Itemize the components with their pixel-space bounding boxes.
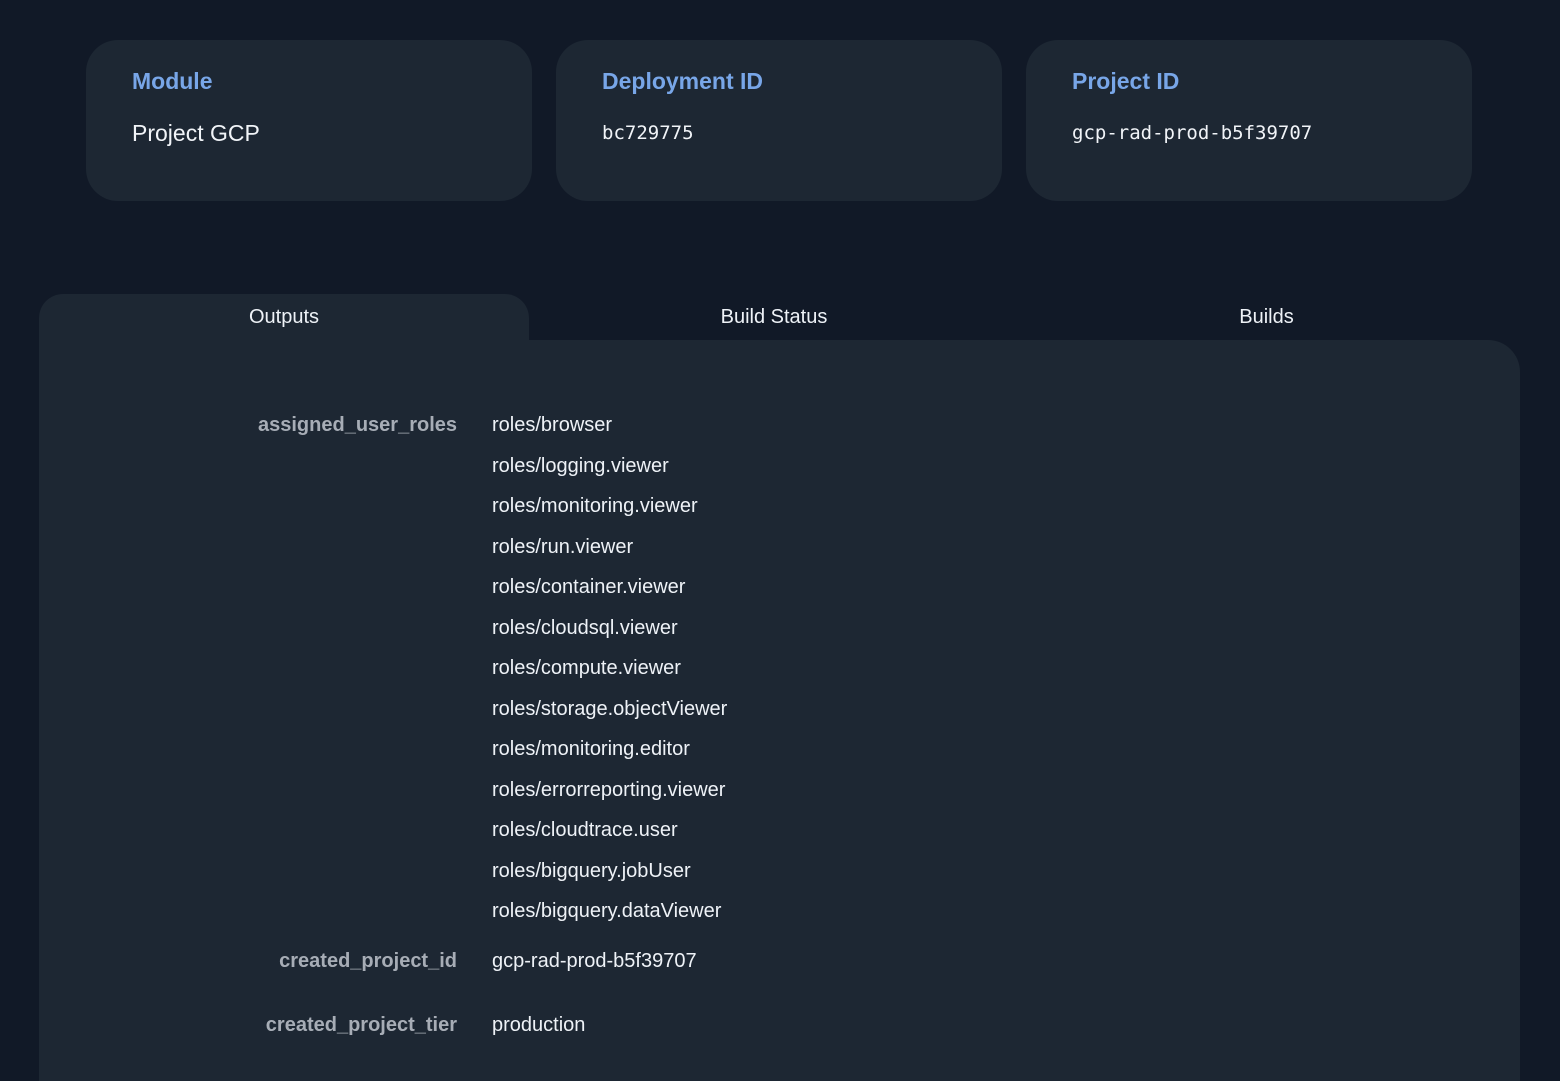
tab-build-status[interactable]: Build Status: [529, 294, 1019, 341]
output-key: created_project_tier: [265, 1014, 457, 1036]
deployment-id-label: Deployment ID: [602, 68, 764, 94]
module-label: Module: [132, 68, 213, 94]
role-value: roles/errorreporting.viewer: [492, 778, 726, 801]
project-id-card: Project ID gcp-rad-prod-b5f39707: [1026, 40, 1472, 201]
output-key: assigned_user_roles: [258, 414, 457, 436]
project-id-label: Project ID: [1072, 68, 1180, 94]
role-value: roles/bigquery.jobUser: [492, 859, 691, 882]
role-value: roles/browser: [492, 414, 613, 436]
role-value: roles/monitoring.editor: [492, 738, 690, 760]
tab-builds[interactable]: Builds: [1019, 294, 1514, 341]
output-values: roles/browser roles/logging.viewer roles…: [492, 412, 727, 924]
project-id-value: gcp-rad-prod-b5f39707: [1072, 122, 1313, 144]
role-value: roles/cloudsql.viewer: [492, 616, 678, 639]
output-value: production: [492, 1014, 586, 1036]
summary-cards: Module Project GCP Deployment ID bc72977…: [86, 40, 1472, 201]
role-value: roles/bigquery.dataViewer: [492, 900, 722, 922]
output-values: gcp-rad-prod-b5f39707: [492, 948, 697, 974]
deployment-id-value: bc729775: [602, 122, 694, 144]
output-row-created-project-tier: created_project_tier production: [39, 1012, 1520, 1038]
tabs-container: Outputs Build Status Builds assigned_use…: [39, 294, 1520, 1081]
output-key: created_project_id: [279, 950, 457, 972]
tab-outputs[interactable]: Outputs: [39, 294, 529, 341]
role-value: roles/monitoring.viewer: [492, 495, 698, 517]
module-value: Project GCP: [132, 120, 260, 146]
module-card: Module Project GCP: [86, 40, 532, 201]
role-value: roles/storage.objectViewer: [492, 697, 728, 720]
output-row-created-project-id: created_project_id gcp-rad-prod-b5f39707: [39, 948, 1520, 974]
output-value: gcp-rad-prod-b5f39707: [492, 950, 697, 972]
role-value: roles/compute.viewer: [492, 657, 681, 679]
role-value: roles/run.viewer: [492, 535, 634, 558]
role-value: roles/cloudtrace.user: [492, 819, 678, 841]
role-value: roles/logging.viewer: [492, 454, 669, 477]
tab-bar: Outputs Build Status Builds: [39, 294, 1520, 341]
output-row-assigned-user-roles: assigned_user_roles roles/browser roles/…: [39, 412, 1520, 924]
role-value: roles/container.viewer: [492, 576, 686, 598]
deployment-id-card: Deployment ID bc729775: [556, 40, 1002, 201]
output-values: production: [492, 1012, 585, 1038]
outputs-list: assigned_user_roles roles/browser roles/…: [39, 412, 1520, 1076]
